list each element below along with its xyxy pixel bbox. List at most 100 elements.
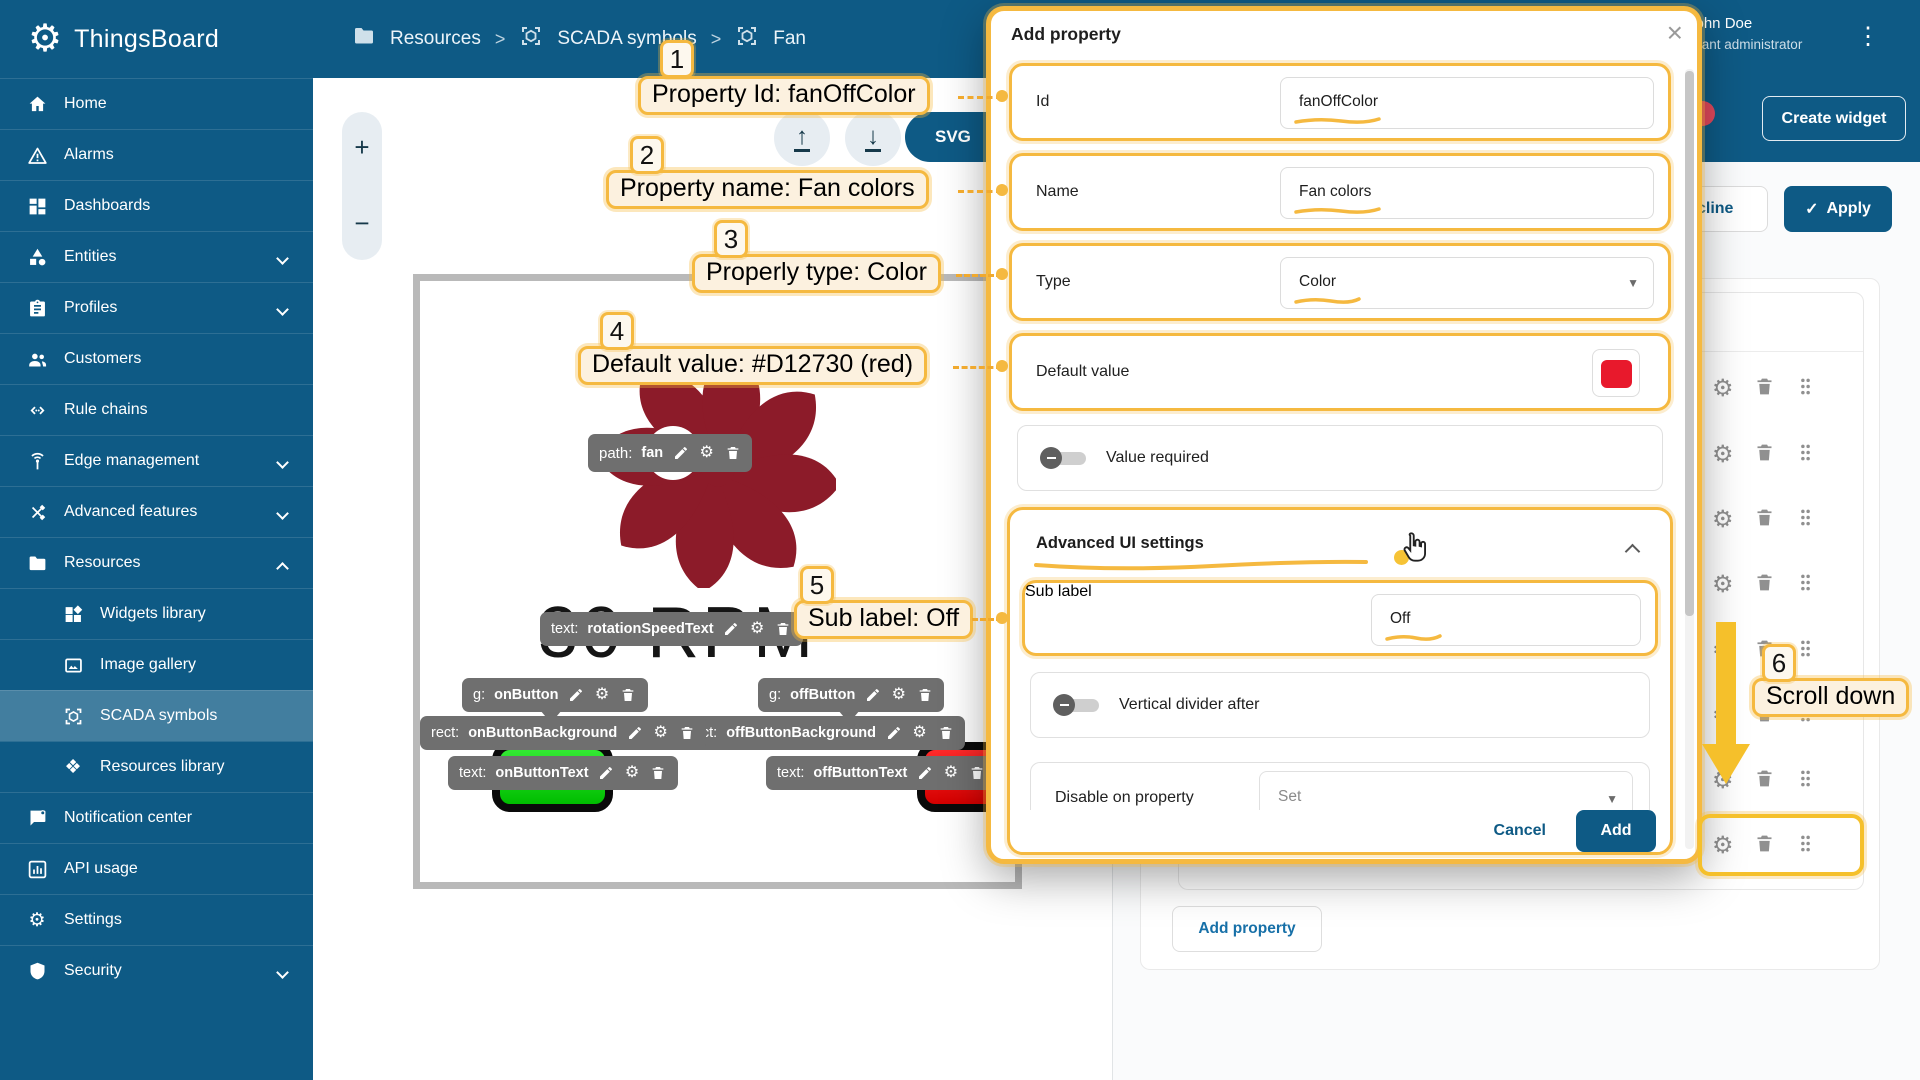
settings-gear-icon[interactable]: ⚙ [624, 765, 641, 782]
apply-button[interactable]: ✓ Apply [1784, 186, 1892, 232]
row-drag-handle-icon[interactable] [1795, 572, 1816, 598]
breadcrumb-separator: > [494, 28, 506, 49]
sidebar-item-advanced-features[interactable]: Advanced features [0, 486, 313, 537]
canvas-zoom-control[interactable]: + − [342, 112, 382, 260]
rule-chains-icon [26, 399, 48, 421]
zoom-in-button[interactable]: + [342, 132, 382, 163]
element-badge-fan[interactable]: path: fan ⚙ [588, 434, 753, 472]
element-badge-on-button-text[interactable]: text: onButtonText ⚙ [448, 756, 678, 790]
row-settings-gear-icon[interactable]: ⚙ [1712, 377, 1734, 401]
upload-button[interactable]: ↑ [774, 110, 830, 166]
element-badge-on-button-group[interactable]: g: onButton ⚙ [462, 678, 648, 712]
collapse-chevron-icon[interactable] [1624, 543, 1641, 560]
delete-trash-icon[interactable] [916, 687, 933, 704]
settings-gear-icon[interactable]: ⚙ [698, 445, 715, 462]
settings-gear-icon[interactable]: ⚙ [652, 725, 669, 742]
download-button[interactable]: ↓ [845, 110, 901, 166]
sidebar-item-entities[interactable]: Entities [0, 231, 313, 282]
scrollbar-thumb[interactable] [1685, 71, 1694, 616]
sidebar-item-notification-center[interactable]: Notification center [0, 792, 313, 843]
row-settings-gear-icon[interactable]: ⚙ [1712, 508, 1734, 532]
dialog-scrollbar[interactable] [1685, 69, 1694, 849]
sidebar-item-profiles[interactable]: Profiles [0, 282, 313, 333]
delete-trash-icon[interactable] [620, 687, 637, 704]
element-badge-off-button-group[interactable]: g: offButton ⚙ [758, 678, 945, 712]
create-widget-button[interactable]: Create widget [1762, 96, 1906, 141]
sidebar-item-scada-symbols[interactable]: SCADA symbols [0, 690, 313, 741]
edit-pencil-icon[interactable] [723, 621, 740, 638]
sidebar-item-resources[interactable]: Resources [0, 537, 313, 588]
edit-pencil-icon[interactable] [672, 445, 689, 462]
sub-label-input[interactable]: Off [1371, 594, 1641, 646]
sidebar-item-resources-library[interactable]: ❖ Resources library [0, 741, 313, 792]
value-required-toggle[interactable] [1040, 446, 1092, 470]
settings-gear-icon[interactable]: ⚙ [890, 687, 907, 704]
settings-gear-icon[interactable]: ⚙ [911, 725, 928, 742]
settings-gear-icon[interactable]: ⚙ [942, 765, 959, 782]
edit-pencil-icon[interactable] [885, 725, 902, 742]
delete-trash-icon[interactable] [968, 765, 985, 782]
sidebar-item-api-usage[interactable]: API usage [0, 843, 313, 894]
annotation-property-id: Property Id: fanOffColor [638, 76, 930, 115]
row-delete-trash-icon[interactable] [1754, 442, 1775, 468]
delete-trash-icon[interactable] [650, 765, 667, 782]
name-input[interactable]: Fan colors [1280, 167, 1654, 219]
thingsboard-logo[interactable]: ⚙ ThingsBoard [0, 0, 313, 78]
highlighted-property-row-outline [1698, 814, 1864, 876]
row-delete-trash-icon[interactable] [1754, 376, 1775, 402]
sidebar-item-customers[interactable]: Customers [0, 333, 313, 384]
row-drag-handle-icon[interactable] [1795, 507, 1816, 533]
zoom-out-button[interactable]: − [342, 208, 382, 239]
cancel-button[interactable]: Cancel [1494, 822, 1546, 840]
element-badge-off-button-background[interactable]: rect:offButtonBackground ⚙ [678, 716, 966, 750]
vertical-divider-row: Vertical divider after [1030, 672, 1650, 738]
breadcrumb-resources[interactable]: Resources [390, 28, 481, 50]
sidebar-item-widgets-library[interactable]: Widgets library [0, 588, 313, 639]
annotation-number-5: 5 [800, 566, 834, 604]
delete-trash-icon[interactable] [678, 725, 695, 742]
row-delete-trash-icon[interactable] [1754, 572, 1775, 598]
id-input[interactable]: fanOffColor [1280, 77, 1654, 129]
sidebar-item-home[interactable]: Home [0, 78, 313, 129]
add-button[interactable]: Add [1576, 810, 1656, 852]
edit-pencil-icon[interactable] [598, 765, 615, 782]
edit-pencil-icon[interactable] [864, 687, 881, 704]
row-drag-handle-icon[interactable] [1795, 442, 1816, 468]
edit-pencil-icon[interactable] [568, 687, 585, 704]
row-delete-trash-icon[interactable] [1754, 507, 1775, 533]
edit-pencil-icon[interactable] [916, 765, 933, 782]
delete-trash-icon[interactable] [724, 445, 741, 462]
delete-trash-icon[interactable] [937, 725, 954, 742]
close-icon[interactable]: × [1667, 17, 1683, 49]
edit-pencil-icon[interactable] [626, 725, 643, 742]
select-arrow-icon: ▼ [1627, 276, 1639, 290]
alarm-icon [26, 144, 48, 166]
row-settings-gear-icon[interactable]: ⚙ [1712, 573, 1734, 597]
row-drag-handle-icon[interactable] [1795, 768, 1816, 794]
row-settings-gear-icon[interactable]: ⚙ [1712, 443, 1734, 467]
row-delete-trash-icon[interactable] [1754, 768, 1775, 794]
sidebar-item-alarms[interactable]: Alarms [0, 129, 313, 180]
element-badge-on-button-background[interactable]: rect: onButtonBackground ⚙ [420, 716, 707, 750]
delete-trash-icon[interactable] [775, 621, 792, 638]
row-drag-handle-icon[interactable] [1795, 376, 1816, 402]
add-property-button[interactable]: Add property [1172, 906, 1322, 952]
sidebar-item-security[interactable]: Security [0, 945, 313, 996]
annotation-connector-dot [996, 184, 1008, 196]
sidebar-item-rule-chains[interactable]: Rule chains [0, 384, 313, 435]
element-badge-rotation-speed-text[interactable]: text: rotationSpeedText ⚙ [540, 612, 803, 646]
sidebar-item-edge-management[interactable]: Edge management [0, 435, 313, 486]
dialog-title: Add property [1011, 24, 1121, 44]
sidebar-item-settings[interactable]: ⚙ Settings [0, 894, 313, 945]
kebab-menu-icon[interactable]: ⋮ [1856, 22, 1880, 51]
vertical-divider-toggle[interactable] [1053, 693, 1105, 717]
chevron-down-icon [276, 303, 289, 316]
settings-gear-icon[interactable]: ⚙ [594, 687, 611, 704]
type-select[interactable]: Color ▼ [1280, 257, 1654, 309]
color-swatch-button[interactable] [1592, 349, 1640, 397]
element-badge-off-button-text[interactable]: text: offButtonText ⚙ [766, 756, 997, 790]
settings-gear-icon[interactable]: ⚙ [749, 621, 766, 638]
sidebar-item-image-gallery[interactable]: Image gallery [0, 639, 313, 690]
sidebar-item-dashboards[interactable]: Dashboards [0, 180, 313, 231]
row-drag-handle-icon[interactable] [1795, 638, 1816, 664]
